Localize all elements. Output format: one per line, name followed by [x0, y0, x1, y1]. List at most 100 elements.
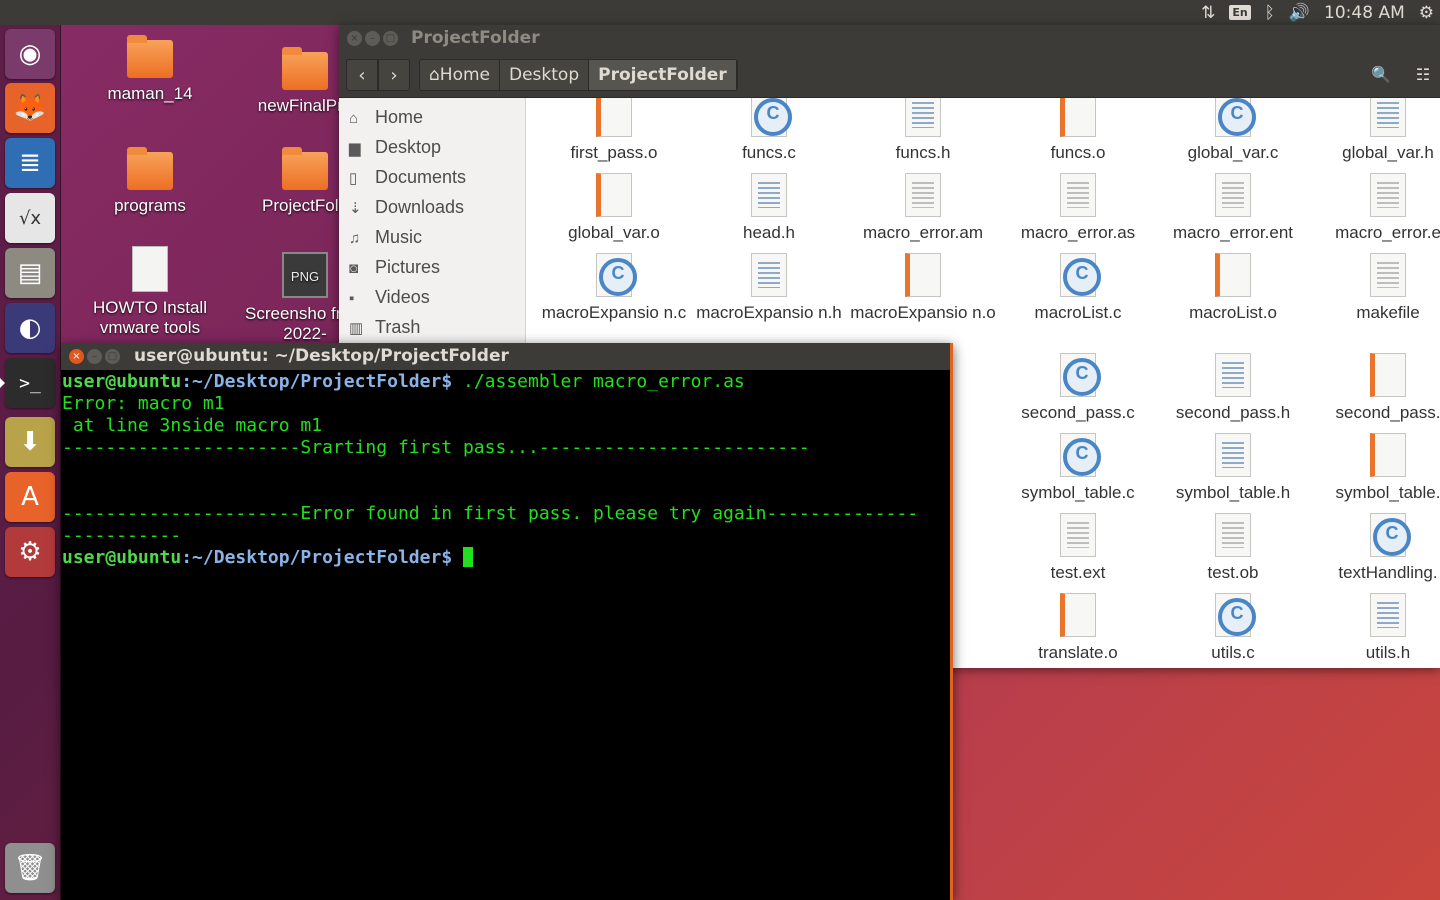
launcher-libreoffice-writer[interactable]: ≣: [5, 138, 55, 188]
text-file-icon: [1215, 173, 1251, 217]
file-item[interactable]: macro_error.am: [848, 173, 998, 243]
prompt-user: user@ubuntu: [62, 371, 182, 392]
file-item[interactable]: funcs.c: [694, 98, 844, 163]
maximize-icon[interactable]: □: [105, 349, 120, 364]
launcher-terminal[interactable]: >_: [0, 358, 55, 408]
search-button[interactable]: 🔍: [1364, 59, 1398, 91]
file-item[interactable]: second_pass.: [1313, 353, 1440, 423]
bluetooth-icon[interactable]: ᛒ: [1265, 3, 1275, 23]
terminal-window[interactable]: × – □ user@ubuntu: ~/Desktop/ProjectFold…: [61, 343, 953, 900]
sidebar-item-music[interactable]: ♫ Music: [349, 222, 422, 252]
file-item[interactable]: textHandling.: [1313, 513, 1440, 583]
clock[interactable]: 10:48 AM: [1324, 3, 1405, 23]
breadcrumb-home[interactable]: ⌂Home: [420, 60, 500, 90]
prompt-user: user@ubuntu: [62, 547, 182, 568]
breadcrumb-desktop[interactable]: Desktop: [500, 60, 590, 90]
list-view-icon: ☷: [1415, 65, 1431, 84]
c-source-icon: [1060, 433, 1101, 477]
file-item[interactable]: global_var.h: [1313, 98, 1440, 163]
firefox-icon: 🦊: [13, 93, 47, 123]
file-name: first_pass.o: [570, 143, 658, 162]
file-item[interactable]: symbol_table.h: [1158, 433, 1308, 503]
file-item[interactable]: utils.c: [1158, 593, 1308, 663]
terminal-prompt-line: user@ubuntu:~/Desktop/ProjectFolder$ ./a…: [62, 371, 947, 393]
sidebar-item-pictures[interactable]: ◙ Pictures: [349, 252, 440, 282]
file-item[interactable]: global_var.o: [539, 173, 689, 243]
launcher-files[interactable]: ▤: [5, 248, 55, 298]
file-name: utils.h: [1365, 643, 1411, 662]
file-name: macro_error.e: [1335, 223, 1440, 242]
launcher-libreoffice-math[interactable]: √x: [5, 193, 55, 243]
close-icon[interactable]: ×: [69, 349, 84, 364]
file-item[interactable]: translate.o: [1003, 593, 1153, 663]
keyboard-layout-indicator[interactable]: En: [1229, 5, 1251, 20]
file-item[interactable]: macroList.o: [1158, 253, 1308, 323]
maximize-icon[interactable]: □: [383, 31, 398, 46]
prompt-symbol: $: [441, 547, 463, 568]
close-icon[interactable]: ×: [347, 31, 362, 46]
text-file-icon: [1370, 253, 1406, 297]
file-item[interactable]: macroExpansio n.o: [848, 253, 998, 323]
file-item[interactable]: symbol_table.: [1313, 433, 1440, 503]
launcher-eclipse[interactable]: ◐: [5, 303, 55, 353]
minimize-icon[interactable]: –: [87, 349, 102, 364]
launcher-trash[interactable]: 🗑: [5, 843, 55, 893]
file-item[interactable]: test.ext: [1003, 513, 1153, 583]
file-item[interactable]: first_pass.o: [539, 98, 689, 163]
file-item[interactable]: head.h: [694, 173, 844, 243]
file-item[interactable]: macro_error.e: [1313, 173, 1440, 243]
file-name: textHandling.: [1338, 563, 1438, 582]
header-file-icon: [751, 173, 787, 217]
header-file-icon: [1215, 433, 1251, 477]
launcher-dash-home[interactable]: ◉: [5, 29, 55, 79]
file-item[interactable]: macro_error.ent: [1158, 173, 1308, 243]
launcher-system-settings[interactable]: ⚙: [5, 527, 55, 577]
launcher-firefox[interactable]: 🦊: [5, 83, 55, 133]
file-item[interactable]: macroExpansio n.h: [694, 253, 844, 323]
object-file-icon: [1215, 253, 1251, 297]
object-file-icon: [1060, 593, 1096, 637]
file-item[interactable]: second_pass.c: [1003, 353, 1153, 423]
network-icon[interactable]: ⇅: [1201, 3, 1215, 23]
libreoffice-writer-icon: ≣: [19, 148, 41, 178]
minimize-icon[interactable]: –: [365, 31, 380, 46]
file-name: macroExpansio n.o: [850, 303, 996, 322]
terminal-output[interactable]: user@ubuntu:~/Desktop/ProjectFolder$ ./a…: [62, 370, 947, 900]
downloads-icon: ⬇: [19, 427, 41, 457]
file-item[interactable]: macroExpansio n.c: [539, 253, 689, 323]
sidebar-item-home[interactable]: ⌂ Home: [349, 102, 423, 132]
file-item[interactable]: test.ob: [1158, 513, 1308, 583]
file-name: symbol_table.h: [1175, 483, 1291, 502]
sidebar-item-documents[interactable]: ▯ Documents: [349, 162, 466, 192]
launcher-software-center[interactable]: A: [5, 472, 55, 522]
desktop-icon-label: programs: [114, 196, 186, 215]
desktop-icon-folder[interactable]: programs: [85, 147, 215, 216]
desktop-icon-doc[interactable]: HOWTO Install vmware tools: [85, 246, 215, 338]
sidebar-item-trash[interactable]: ▥ Trash: [349, 312, 420, 342]
forward-button[interactable]: ›: [378, 59, 410, 91]
file-item[interactable]: funcs.o: [1003, 98, 1153, 163]
file-item[interactable]: macroList.c: [1003, 253, 1153, 323]
file-item[interactable]: second_pass.h: [1158, 353, 1308, 423]
object-file-icon: [1370, 433, 1406, 477]
view-options-button[interactable]: ☷: [1406, 59, 1440, 91]
sidebar-item-downloads[interactable]: ⇣ Downloads: [349, 192, 464, 222]
file-name: head.h: [743, 223, 795, 242]
file-item[interactable]: funcs.h: [848, 98, 998, 163]
file-name: second_pass.c: [1021, 403, 1135, 422]
file-item[interactable]: global_var.c: [1158, 98, 1308, 163]
sidebar-item-videos[interactable]: ▪ Videos: [349, 282, 430, 312]
desktop-icon-folder[interactable]: maman_14: [85, 35, 215, 104]
object-file-icon: [1370, 353, 1406, 397]
settings-gear-icon[interactable]: ⚙: [1419, 3, 1434, 23]
volume-icon[interactable]: 🔊: [1289, 3, 1310, 23]
sidebar-item-desktop[interactable]: ▆ Desktop: [349, 132, 441, 162]
file-item[interactable]: utils.h: [1313, 593, 1440, 663]
file-item[interactable]: makefile: [1313, 253, 1440, 323]
launcher-downloads[interactable]: ⬇: [5, 417, 55, 467]
file-item[interactable]: macro_error.as: [1003, 173, 1153, 243]
c-source-icon: [1215, 593, 1256, 637]
file-item[interactable]: symbol_table.c: [1003, 433, 1153, 503]
breadcrumb-projectfolder[interactable]: ProjectFolder: [589, 60, 737, 90]
back-button[interactable]: ‹: [346, 59, 378, 91]
